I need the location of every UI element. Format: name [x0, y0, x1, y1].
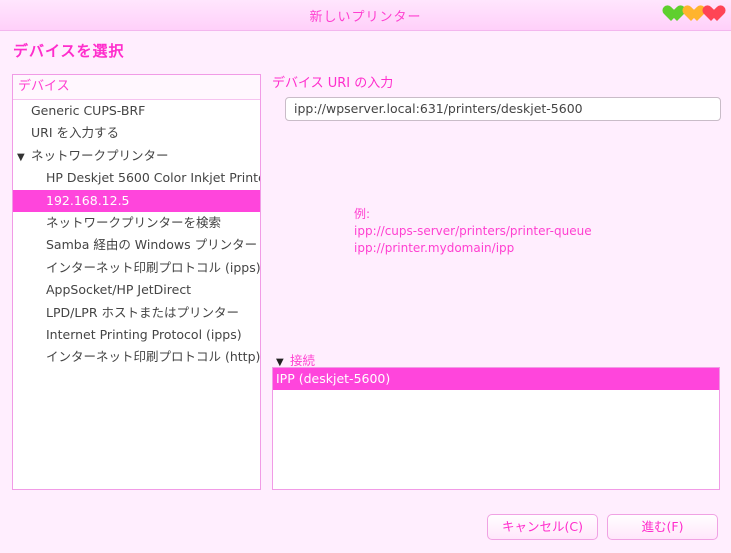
device-item[interactable]: Internet Printing Protocol (ipps) — [13, 324, 260, 346]
device-item[interactable]: URI を入力する — [13, 122, 260, 144]
device-list[interactable]: デバイス Generic CUPS-BRF URI を入力する ▼ ネットワークプ… — [12, 74, 261, 490]
expander-down-icon[interactable]: ▼ — [17, 147, 31, 167]
example-line: ipp://printer.mydomain/ipp — [354, 241, 515, 255]
page-title: デバイスを選択 — [13, 42, 125, 60]
device-group-network-printer[interactable]: ▼ ネットワークプリンター — [13, 145, 260, 167]
device-list-header[interactable]: デバイス — [13, 75, 260, 100]
example-line: ipp://cups-server/printers/printer-queue — [354, 224, 592, 238]
uri-input[interactable]: ipp://wpserver.local:631/printers/deskje… — [285, 97, 721, 121]
connection-list[interactable]: IPP (deskjet-5600) — [272, 367, 720, 490]
connection-label: 接続 — [290, 353, 316, 368]
connection-item-selected[interactable]: IPP (deskjet-5600) — [273, 368, 719, 390]
device-item[interactable]: ネットワークプリンターを検索 — [13, 212, 260, 234]
device-item[interactable]: Generic CUPS-BRF — [13, 100, 260, 122]
window-controls — [667, 6, 725, 22]
uri-example: 例: ipp://cups-server/printers/printer-qu… — [354, 206, 592, 257]
cancel-button[interactable]: キャンセル(C) — [487, 514, 598, 540]
device-item[interactable]: HP Deskjet 5600 Color Inkjet Printer — [13, 167, 260, 189]
example-label: 例: — [354, 207, 371, 221]
uri-label: デバイス URI の入力 — [272, 76, 394, 91]
device-item[interactable]: インターネット印刷プロトコル (http) — [13, 346, 260, 368]
device-item[interactable]: LPD/LPR ホストまたはプリンター — [13, 302, 260, 324]
device-item[interactable]: インターネット印刷プロトコル (ipps) — [13, 257, 260, 279]
device-item[interactable]: Samba 経由の Windows プリンター — [13, 234, 260, 256]
window-title: 新しいプリンター — [309, 10, 422, 25]
title-bar: 新しいプリンター — [0, 0, 731, 31]
device-item[interactable]: AppSocket/HP JetDirect — [13, 279, 260, 301]
next-button[interactable]: 進む(F) — [607, 514, 718, 540]
close-icon[interactable] — [707, 6, 725, 22]
device-item-selected[interactable]: 192.168.12.5 — [13, 189, 260, 212]
